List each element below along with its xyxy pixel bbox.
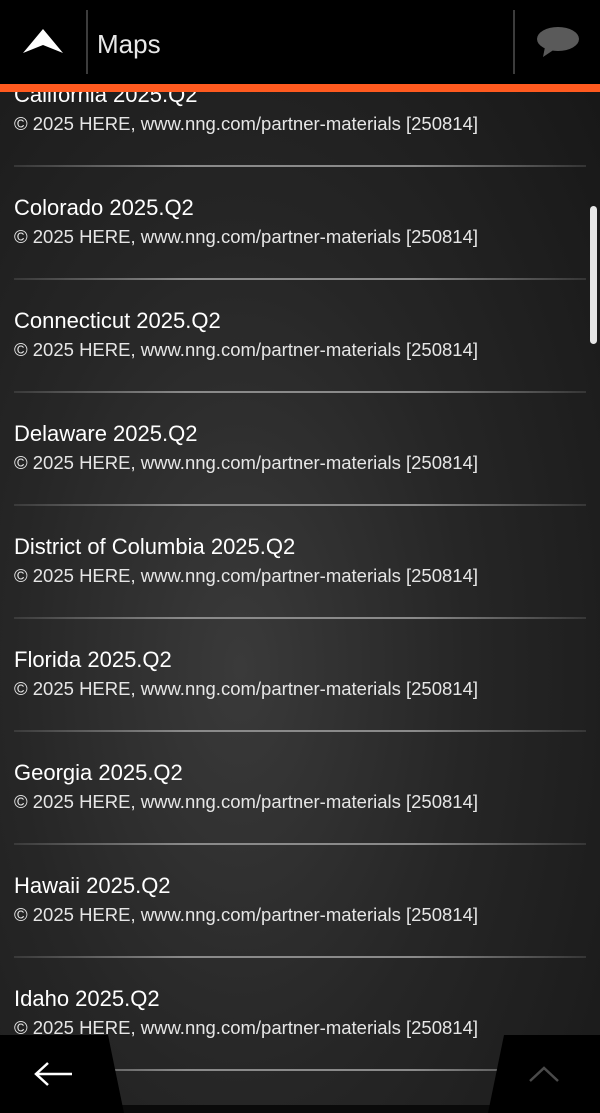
list-item[interactable]: Connecticut 2025.Q2 © 2025 HERE, www.nng… (0, 298, 600, 411)
map-name: California 2025.Q2 (14, 92, 198, 107)
list-item[interactable]: Florida 2025.Q2 © 2025 HERE, www.nng.com… (0, 637, 600, 750)
map-name: Hawaii 2025.Q2 (14, 873, 171, 898)
chevron-up-icon (529, 1066, 559, 1082)
map-copyright: © 2025 HERE, www.nng.com/partner-materia… (14, 791, 479, 812)
maps-list[interactable]: California 2025.Q2 © 2025 HERE, www.nng.… (0, 92, 600, 1113)
list-divider (14, 165, 586, 167)
bottom-bar (0, 1035, 600, 1113)
scroll-up-button[interactable] (488, 1035, 600, 1113)
home-button[interactable] (0, 0, 86, 84)
list-divider (14, 504, 586, 506)
map-copyright: © 2025 HERE, www.nng.com/partner-materia… (14, 565, 479, 586)
list-divider (14, 617, 586, 619)
map-name: Connecticut 2025.Q2 (14, 308, 221, 333)
page-title: Maps (97, 29, 161, 59)
map-name: District of Columbia 2025.Q2 (14, 534, 296, 559)
map-name: Colorado 2025.Q2 (14, 195, 194, 220)
header-bar: Maps (0, 0, 600, 84)
map-copyright: © 2025 HERE, www.nng.com/partner-materia… (14, 339, 479, 360)
speech-bubble-icon (536, 27, 579, 57)
back-arrow-icon (34, 1062, 72, 1086)
list-item[interactable]: California 2025.Q2 © 2025 HERE, www.nng.… (0, 92, 600, 185)
list-divider (14, 278, 586, 280)
map-copyright: © 2025 HERE, www.nng.com/partner-materia… (14, 678, 479, 699)
list-divider (14, 391, 586, 393)
map-name: Idaho 2025.Q2 (14, 986, 160, 1011)
map-name: Georgia 2025.Q2 (14, 760, 183, 785)
header-separator (86, 10, 88, 74)
back-button[interactable] (0, 1035, 124, 1113)
list-item[interactable]: Colorado 2025.Q2 © 2025 HERE, www.nng.co… (0, 185, 600, 298)
header-accent-line (0, 84, 600, 92)
map-name: Delaware 2025.Q2 (14, 421, 198, 446)
maps-screen: Maps California 2025.Q2 © 2025 HERE, www… (0, 0, 600, 1113)
list-item[interactable]: Delaware 2025.Q2 © 2025 HERE, www.nng.co… (0, 411, 600, 524)
list-divider (14, 843, 586, 845)
list-item[interactable]: Georgia 2025.Q2 © 2025 HERE, www.nng.com… (0, 750, 600, 863)
scrollbar-thumb[interactable] (590, 206, 597, 344)
list-item[interactable]: District of Columbia 2025.Q2 © 2025 HERE… (0, 524, 600, 637)
list-divider (14, 730, 586, 732)
map-copyright: © 2025 HERE, www.nng.com/partner-materia… (14, 113, 479, 134)
list-divider (14, 956, 586, 958)
map-name: Florida 2025.Q2 (14, 647, 172, 672)
home-up-arrow-icon (23, 29, 63, 53)
bottom-bar-strip (100, 1105, 500, 1113)
map-copyright: © 2025 HERE, www.nng.com/partner-materia… (14, 452, 479, 473)
list-item[interactable]: Hawaii 2025.Q2 © 2025 HERE, www.nng.com/… (0, 863, 600, 976)
map-copyright: © 2025 HERE, www.nng.com/partner-materia… (14, 226, 479, 247)
map-copyright: © 2025 HERE, www.nng.com/partner-materia… (14, 904, 479, 925)
messages-button[interactable] (515, 0, 600, 84)
